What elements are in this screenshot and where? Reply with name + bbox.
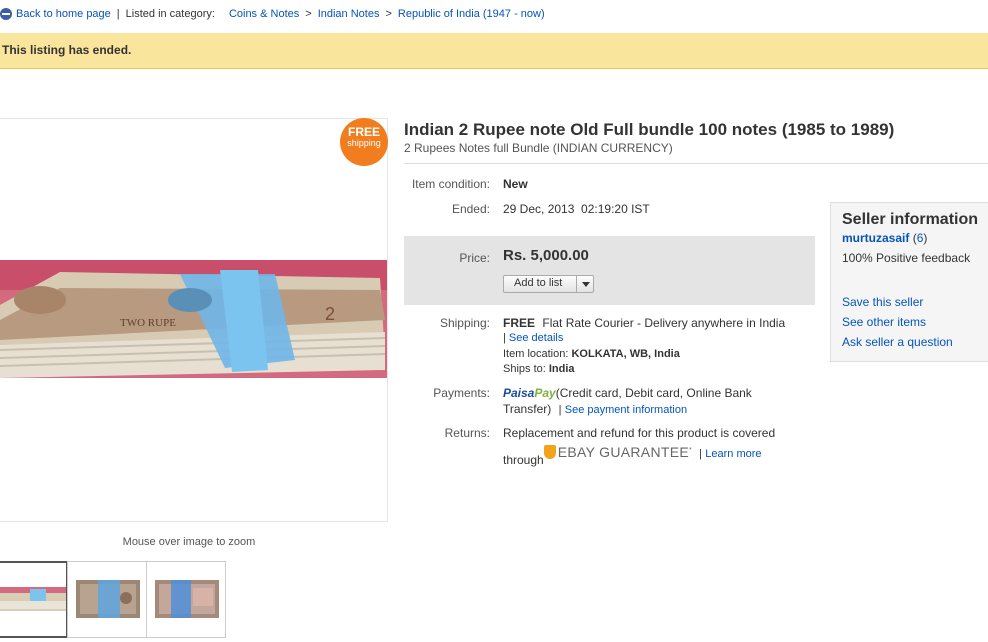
breadcrumb-republic-of-india[interactable]: Republic of India (1947 - now) [398, 8, 545, 20]
back-arrow-icon[interactable] [0, 8, 12, 20]
listed-in-label: Listed in category: [125, 8, 215, 20]
returns-label: Returns: [444, 426, 490, 440]
price-value: Rs. 5,000.00 [503, 247, 589, 264]
payments-line-1: PaisaPay(Credit card, Debit card, Online… [503, 386, 752, 400]
returns-through: through [503, 453, 544, 467]
payments-methods: (Credit card, Debit card, Online Bank [555, 386, 752, 400]
ebay-guarantee-shield-icon [543, 445, 556, 459]
thumbnail-2[interactable] [67, 561, 147, 638]
ebay-guarantee-text: EBAY GUARANTEE [557, 444, 689, 460]
main-product-image[interactable]: TWO RUPE 2 [0, 260, 387, 378]
badge-shipping-text: shipping [347, 138, 381, 148]
shipping-free: FREE [503, 316, 536, 330]
thumbnail-3[interactable] [146, 561, 226, 638]
payments-label: Payments: [433, 386, 490, 400]
listing-ended-banner: This listing has ended. [0, 33, 988, 69]
shipping-value: FREE Flat Rate Courier - Delivery anywhe… [503, 316, 785, 330]
seller-info-title: Seller information [842, 211, 979, 228]
condition-label: Item condition: [411, 177, 490, 191]
seller-feedback: 100% Positive feedback [842, 251, 971, 265]
chevron-right-icon: > [385, 8, 392, 20]
seller-score: (6) [912, 231, 928, 245]
free-shipping-badge: FREE shipping [340, 118, 388, 166]
returns-line-1: Replacement and refund for this product … [503, 426, 776, 440]
item-subtitle: 2 Rupees Notes full Bundle (INDIAN CURRE… [404, 141, 673, 155]
shipping-description: Flat Rate Courier - Delivery anywhere in… [542, 316, 786, 330]
shipping-label: Shipping: [439, 316, 490, 330]
chevron-down-icon[interactable] [582, 282, 590, 287]
breadcrumb-coins-notes[interactable]: Coins & Notes [229, 8, 299, 20]
separator: | [699, 448, 702, 460]
back-to-home-link[interactable]: Back to home page [16, 8, 111, 20]
see-payment-info-link[interactable]: See payment information [565, 404, 687, 416]
chevron-right-icon: > [305, 8, 312, 20]
learn-more-link[interactable]: Learn more [705, 448, 761, 460]
condition-value: New [503, 177, 528, 191]
badge-free-text: FREE [347, 125, 380, 139]
ended-label: Ended: [451, 202, 490, 216]
paisapay-logo: PaisaPay [503, 386, 556, 400]
see-details-row: | See details [503, 332, 563, 344]
feedback-score-link[interactable]: 6 [917, 231, 924, 245]
breadcrumb: Back to home page | Listed in category: … [0, 6, 545, 22]
price-box [404, 236, 815, 305]
guarantee-asterisk: * [688, 447, 692, 454]
breadcrumb-separator: | [116, 8, 120, 20]
price-label: Price: [459, 251, 490, 265]
ships-to-value: India [548, 363, 575, 375]
breadcrumb-indian-notes[interactable]: Indian Notes [318, 8, 380, 20]
save-seller-link[interactable]: Save this seller [842, 295, 923, 309]
ask-seller-link[interactable]: Ask seller a question [842, 335, 953, 349]
add-to-list-button[interactable]: Add to list [503, 275, 594, 293]
item-location-value: KOLKATA, WB, India [571, 348, 680, 360]
add-to-list-label: Add to list [514, 277, 563, 289]
zoom-hint: Mouse over image to zoom [122, 536, 256, 548]
button-divider [576, 276, 577, 292]
see-details-link[interactable]: See details [509, 332, 563, 344]
item-title: Indian 2 Rupee note Old Full bundle 100 … [404, 120, 895, 139]
payments-line-2: Transfer) | See payment information [503, 402, 687, 416]
svg-text:2: 2 [325, 304, 335, 324]
returns-line-2: through EBAY GUARANTEE* | Learn more [503, 444, 762, 467]
see-other-items-link[interactable]: See other items [842, 315, 926, 329]
separator: | [558, 404, 562, 416]
item-location-row: Item location: KOLKATA, WB, India [503, 348, 680, 360]
seller-name-row: murtuzasaif (6) [842, 231, 927, 245]
svg-text:TWO RUPE: TWO RUPE [120, 317, 176, 329]
item-location-label: Item location: [503, 348, 569, 360]
ships-to-row: Ships to: India [503, 363, 575, 375]
listing-ended-text: This listing has ended. [2, 43, 132, 57]
ended-value: 29 Dec, 2013 02:19:20 IST [503, 202, 650, 216]
seller-name-link[interactable]: murtuzasaif [842, 231, 909, 245]
ships-to-label: Ships to: [503, 363, 546, 375]
thumbnail-1[interactable] [0, 561, 68, 638]
title-divider [404, 163, 988, 164]
payments-transfer: Transfer) [503, 402, 552, 416]
